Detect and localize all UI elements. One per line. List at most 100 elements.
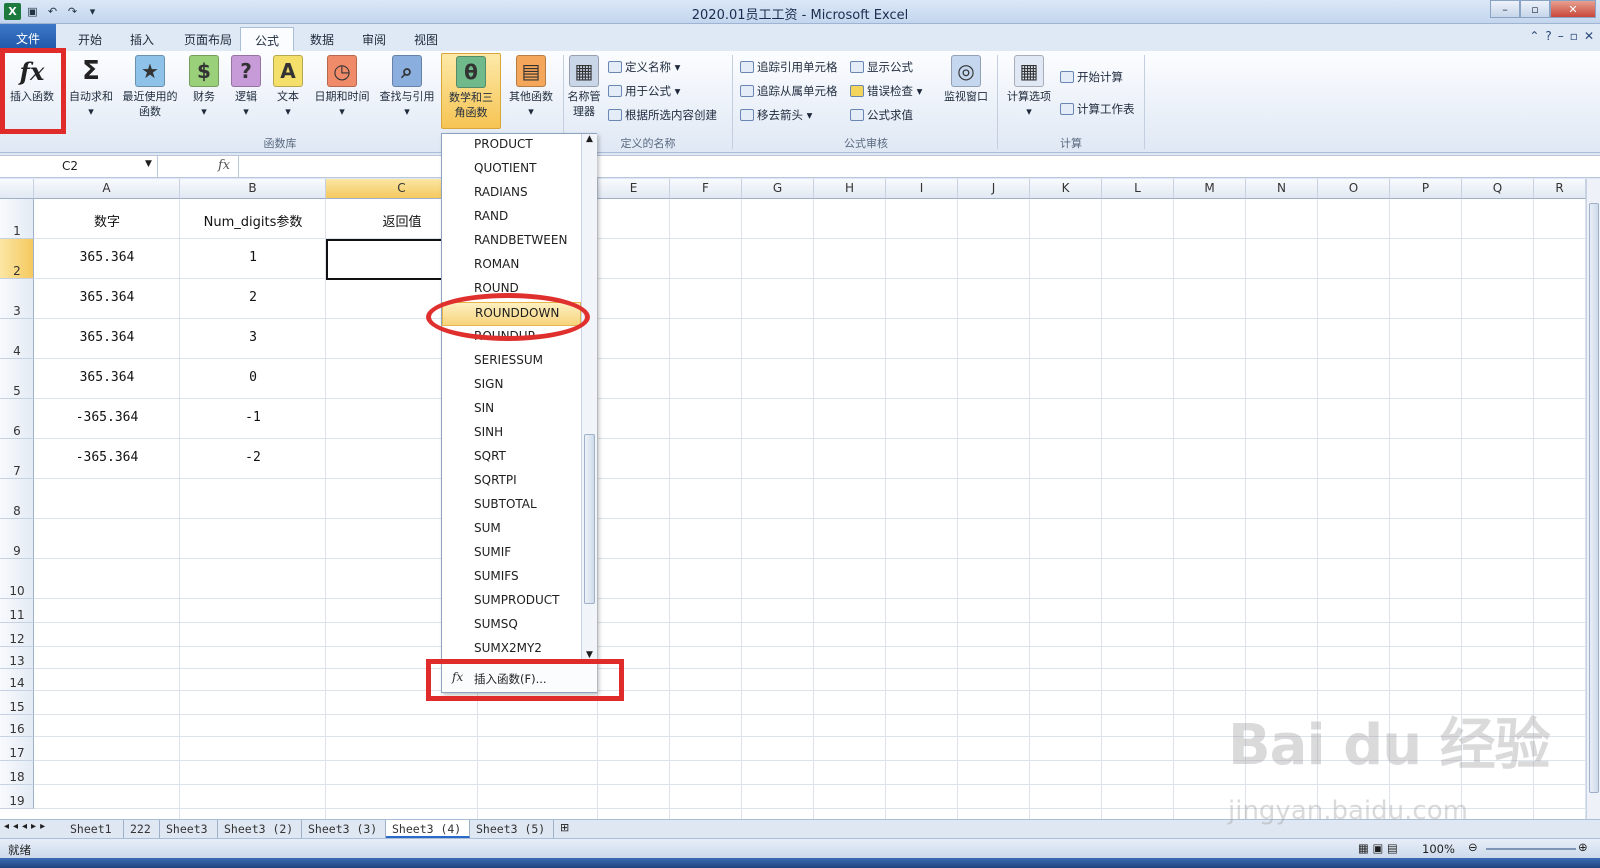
collapse-ribbon-icon[interactable]: ⌃ <box>1529 29 1539 43</box>
function-item-sin[interactable]: SIN <box>442 398 581 422</box>
column-header-e[interactable]: E <box>598 179 670 199</box>
cell-b6[interactable]: -1 <box>180 410 326 425</box>
cell-a7[interactable]: -365.364 <box>34 450 180 465</box>
error-checking-button[interactable]: 错误检查 ▾ <box>850 83 922 99</box>
function-item-seriessum[interactable]: SERIESSUM <box>442 350 581 374</box>
function-item-radians[interactable]: RADIANS <box>442 182 581 206</box>
scroll-up-icon[interactable]: ▲ <box>582 134 597 144</box>
tab-home[interactable]: 开始 <box>64 27 116 51</box>
function-item-sumsq[interactable]: SUMSQ <box>442 614 581 638</box>
help-icon[interactable]: ? <box>1545 29 1551 43</box>
function-item-sumproduct[interactable]: SUMPRODUCT <box>442 590 581 614</box>
financial-button[interactable]: $ 财务 ▾ <box>186 55 222 119</box>
function-item-rand[interactable]: RAND <box>442 206 581 230</box>
sheet-tab-5[interactable]: Sheet3 (4) <box>386 820 470 838</box>
cell-b3[interactable]: 2 <box>180 290 326 305</box>
column-header-k[interactable]: K <box>1030 179 1102 199</box>
trace-dependents-button[interactable]: 追踪从属单元格 <box>740 83 838 99</box>
row-header-12[interactable]: 12 <box>0 623 34 647</box>
row-header-4[interactable]: 4 <box>0 319 34 359</box>
column-header-h[interactable]: H <box>814 179 886 199</box>
remove-arrows-button[interactable]: 移去箭头 ▾ <box>740 107 812 123</box>
column-header-p[interactable]: P <box>1390 179 1462 199</box>
row-header-10[interactable]: 10 <box>0 559 34 599</box>
create-from-selection-button[interactable]: 根据所选内容创建 <box>608 107 717 123</box>
zoom-slider[interactable] <box>1486 848 1576 850</box>
function-item-roman[interactable]: ROMAN <box>442 254 581 278</box>
zoom-in-icon[interactable]: ⊕ <box>1578 840 1588 854</box>
function-item-randbetween[interactable]: RANDBETWEEN <box>442 230 581 254</box>
column-header-a[interactable]: A <box>34 179 180 199</box>
cell-a5[interactable]: 365.364 <box>34 370 180 385</box>
tab-data[interactable]: 数据 <box>296 27 348 51</box>
minimize-button[interactable]: – <box>1490 0 1520 18</box>
zoom-level[interactable]: 100% <box>1422 842 1455 856</box>
calc-options-button[interactable]: ▦ 计算选项 ▾ <box>1002 55 1056 119</box>
name-box-dropdown-icon[interactable]: ▼ <box>145 159 152 169</box>
row-header-5[interactable]: 5 <box>0 359 34 399</box>
cell-a3[interactable]: 365.364 <box>34 290 180 305</box>
insert-sheet-icon[interactable]: ⊞ <box>560 821 569 834</box>
workbook-minimize-icon[interactable]: – <box>1558 29 1564 43</box>
column-header-q[interactable]: Q <box>1462 179 1534 199</box>
tab-file[interactable]: 文件 <box>0 24 56 51</box>
logical-button[interactable]: ? 逻辑 ▾ <box>228 55 264 119</box>
cell-a4[interactable]: 365.364 <box>34 330 180 345</box>
row-header-6[interactable]: 6 <box>0 399 34 439</box>
workbook-close-icon[interactable]: ✕ <box>1584 29 1594 43</box>
column-header-j[interactable]: J <box>958 179 1030 199</box>
vertical-scroll-thumb[interactable] <box>1589 203 1599 793</box>
column-header-l[interactable]: L <box>1102 179 1174 199</box>
function-item-sqrtpi[interactable]: SQRTPI <box>442 470 581 494</box>
row-header-14[interactable]: 14 <box>0 669 34 691</box>
column-header-g[interactable]: G <box>742 179 814 199</box>
column-header-f[interactable]: F <box>670 179 742 199</box>
tab-insert[interactable]: 插入 <box>116 27 168 51</box>
cell-a2[interactable]: 365.364 <box>34 250 180 265</box>
column-header-n[interactable]: N <box>1246 179 1318 199</box>
use-in-formula-button[interactable]: 用于公式 ▾ <box>608 83 680 99</box>
sheet-tab-2[interactable]: Sheet3 <box>160 820 218 838</box>
evaluate-formula-button[interactable]: 公式求值 <box>850 107 913 123</box>
function-item-sum[interactable]: SUM <box>442 518 581 542</box>
tab-review[interactable]: 审阅 <box>348 27 400 51</box>
active-cell-c2[interactable] <box>326 239 446 280</box>
lookup-button[interactable]: ⌕ 查找与引用 ▾ <box>376 55 438 119</box>
row-header-15[interactable]: 15 <box>0 691 34 715</box>
cell-a1[interactable]: 数字 <box>34 211 180 230</box>
sheet-nav-arrows-icon[interactable]: ◂◂◂▸▸ <box>4 821 49 832</box>
calc-now-button[interactable]: 开始计算 <box>1060 69 1123 85</box>
datetime-button[interactable]: ◷ 日期和时间 ▾ <box>310 55 374 119</box>
column-header-i[interactable]: I <box>886 179 958 199</box>
tab-view[interactable]: 视图 <box>400 27 452 51</box>
calc-sheet-button[interactable]: 计算工作表 <box>1060 101 1135 117</box>
view-buttons-icon[interactable]: ▦ ▣ ▤ <box>1358 841 1398 855</box>
show-formulas-button[interactable]: 显示公式 <box>850 59 913 75</box>
function-item-subtotal[interactable]: SUBTOTAL <box>442 494 581 518</box>
column-header-b[interactable]: B <box>180 179 326 199</box>
watch-window-button[interactable]: ◎ 监视窗口 <box>938 55 994 104</box>
row-header-19[interactable]: 19 <box>0 785 34 809</box>
sheet-tab-1[interactable]: 222 <box>124 820 160 838</box>
sheet-tab-3[interactable]: Sheet3 (2) <box>218 820 302 838</box>
close-button[interactable]: ✕ <box>1550 0 1596 18</box>
maximize-button[interactable]: ▫ <box>1520 0 1550 18</box>
row-header-16[interactable]: 16 <box>0 715 34 737</box>
text-button[interactable]: A 文本 ▾ <box>270 55 306 119</box>
function-item-sumifs[interactable]: SUMIFS <box>442 566 581 590</box>
row-header-2[interactable]: 2 <box>0 239 34 279</box>
recent-functions-button[interactable]: ★ 最近使用的函数 <box>118 55 182 119</box>
workbook-restore-icon[interactable]: ▫ <box>1570 29 1578 43</box>
row-header-13[interactable]: 13 <box>0 647 34 669</box>
name-box[interactable]: C2 <box>0 156 158 178</box>
row-header-11[interactable]: 11 <box>0 599 34 623</box>
sheet-tab-4[interactable]: Sheet3 (3) <box>302 820 386 838</box>
row-header-18[interactable]: 18 <box>0 761 34 785</box>
function-item-sign[interactable]: SIGN <box>442 374 581 398</box>
tab-page-layout[interactable]: 页面布局 <box>170 27 246 51</box>
row-header-1[interactable]: 1 <box>0 199 34 239</box>
row-header-8[interactable]: 8 <box>0 479 34 519</box>
define-name-button[interactable]: 定义名称 ▾ <box>608 59 680 75</box>
autosum-button[interactable]: Σ 自动求和 ▾ <box>64 55 118 119</box>
column-header-o[interactable]: O <box>1318 179 1390 199</box>
